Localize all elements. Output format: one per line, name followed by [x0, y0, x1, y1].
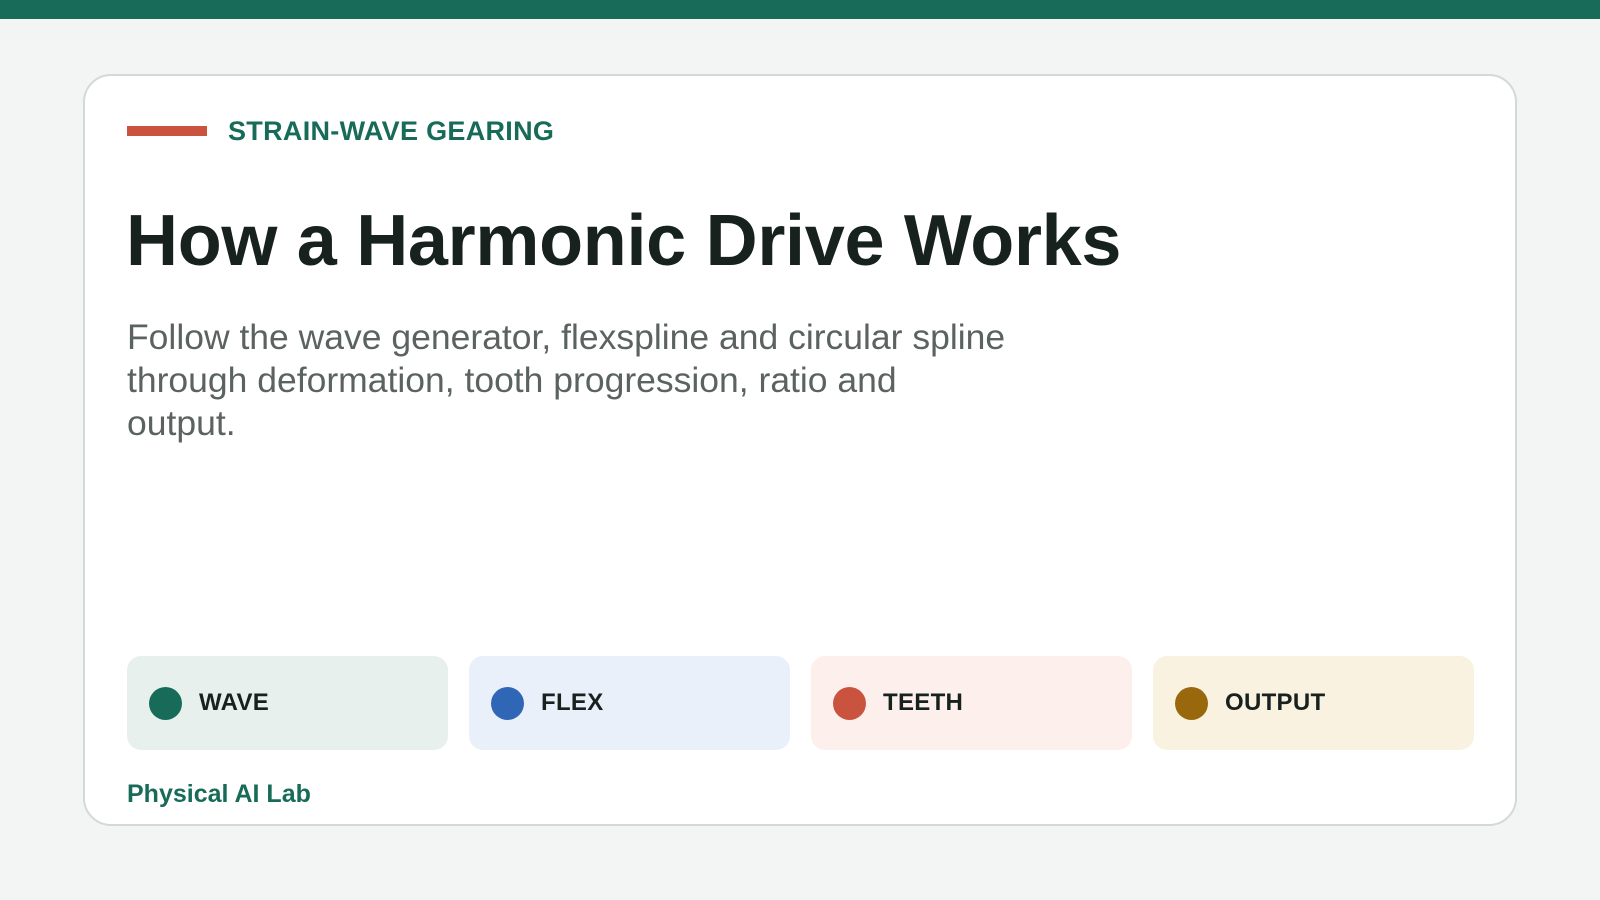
chip-wave[interactable]: WAVE [127, 656, 448, 750]
top-accent-bar [0, 0, 1600, 19]
chip-output[interactable]: OUTPUT [1153, 656, 1474, 750]
chip-teeth[interactable]: TEETH [811, 656, 1132, 750]
teeth-dot-icon [833, 686, 866, 720]
wave-dot-icon [149, 686, 182, 720]
flex-dot-icon [491, 686, 524, 720]
chip-label: FLEX [541, 689, 604, 716]
chip-flex[interactable]: FLEX [469, 656, 790, 750]
chip-label: WAVE [199, 689, 270, 716]
eyebrow-rule [127, 126, 207, 136]
chip-label: TEETH [883, 689, 964, 716]
page-title: How a Harmonic Drive Works [126, 201, 1122, 281]
footer-brand: Physical AI Lab [127, 780, 311, 808]
title-card: STRAIN-WAVE GEARING How a Harmonic Drive… [83, 74, 1517, 826]
chip-label: OUTPUT [1225, 689, 1326, 716]
eyebrow: STRAIN-WAVE GEARING [127, 116, 554, 146]
topic-chips: WAVE FLEX TEETH OUTPUT [127, 656, 1474, 750]
eyebrow-text: STRAIN-WAVE GEARING [228, 115, 555, 146]
page-subtitle: Follow the wave generator, flexspline an… [127, 317, 1006, 443]
output-dot-icon [1175, 686, 1208, 720]
